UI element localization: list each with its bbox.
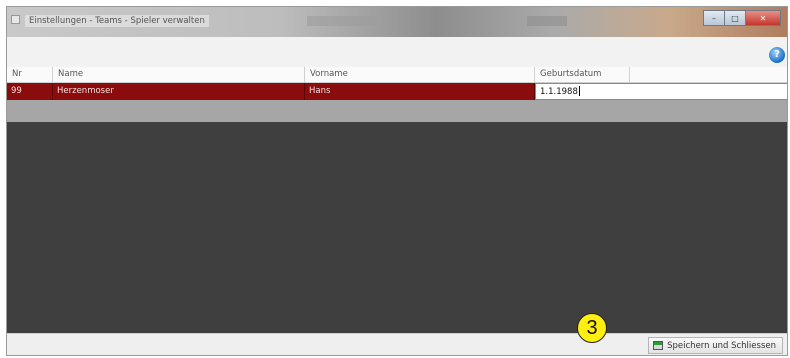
- window-title: Einstellungen - Teams - Spieler verwalte…: [25, 15, 209, 27]
- geburtsdatum-value: 1.1.1988: [540, 87, 578, 97]
- window-controls: – □ ✕: [703, 10, 781, 28]
- bottom-bar: Speichern und Schliessen: [7, 333, 787, 355]
- close-button[interactable]: ✕: [745, 10, 781, 26]
- annotation-marker: 3: [577, 313, 607, 343]
- blurred-background: [527, 16, 567, 26]
- column-header-vorname[interactable]: Vorname: [305, 67, 535, 82]
- maximize-button[interactable]: □: [724, 10, 746, 26]
- help-icon[interactable]: ?: [769, 47, 785, 63]
- cell-name[interactable]: Herzenmoser: [53, 83, 305, 100]
- cell-vorname[interactable]: Hans: [305, 83, 535, 100]
- table-row[interactable]: 99 Herzenmoser Hans 1.1.1988: [7, 83, 787, 100]
- player-grid[interactable]: Nr Name Vorname Geburtsdatum 99 Herzenmo…: [7, 67, 787, 333]
- app-icon: [11, 15, 20, 24]
- save-button-label: Speichern und Schliessen: [667, 340, 776, 351]
- column-header-geburtsdatum[interactable]: Geburtsdatum: [535, 67, 630, 82]
- new-row-area[interactable]: [7, 100, 787, 122]
- minimize-button[interactable]: –: [703, 10, 725, 26]
- save-icon: [653, 341, 664, 350]
- text-caret: [578, 86, 580, 96]
- blurred-background: [307, 16, 377, 26]
- title-bar[interactable]: Einstellungen - Teams - Spieler verwalte…: [7, 7, 787, 37]
- grid-header: Nr Name Vorname Geburtsdatum: [7, 67, 787, 83]
- player-management-window: Einstellungen - Teams - Spieler verwalte…: [6, 6, 788, 356]
- column-header-nr[interactable]: Nr: [7, 67, 53, 82]
- cell-geburtsdatum-editor[interactable]: 1.1.1988: [535, 83, 787, 100]
- save-and-close-button[interactable]: Speichern und Schliessen: [648, 337, 783, 354]
- column-header-name[interactable]: Name: [53, 67, 305, 82]
- cell-nr[interactable]: 99: [7, 83, 53, 100]
